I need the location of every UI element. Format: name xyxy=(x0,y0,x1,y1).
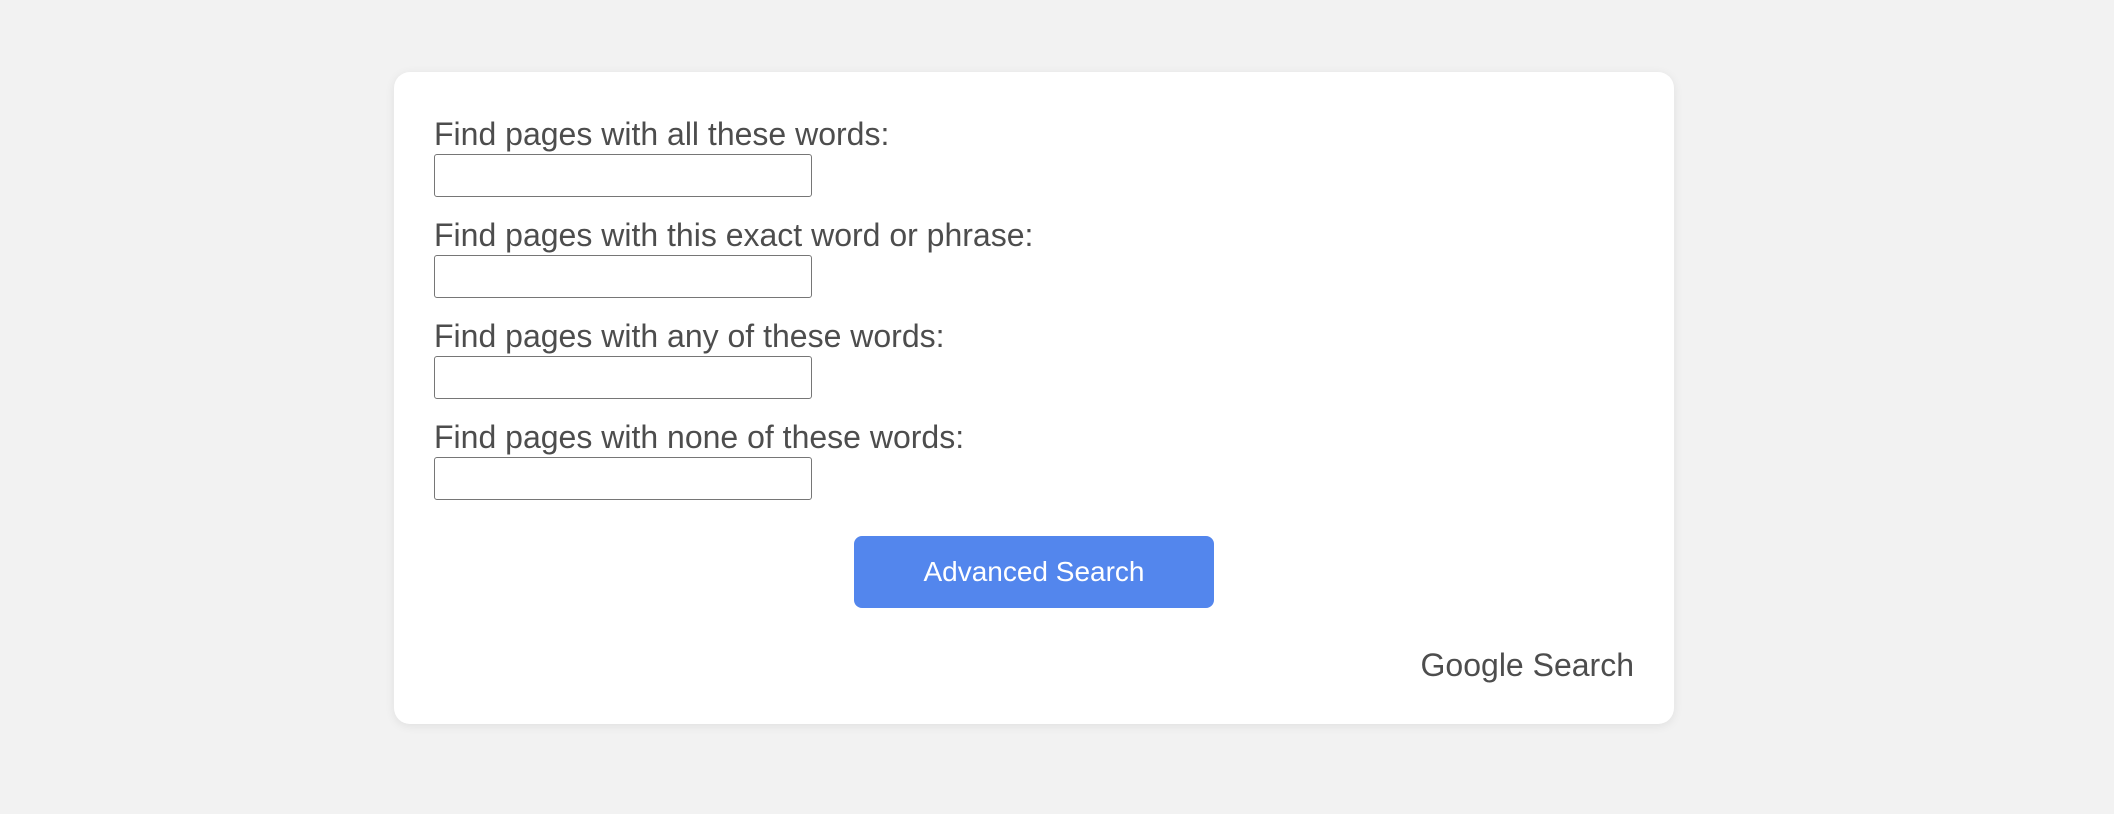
none-words-label: Find pages with none of these words: xyxy=(434,419,965,455)
all-words-input[interactable] xyxy=(434,154,812,197)
google-search-link[interactable]: Google Search xyxy=(1421,647,1634,683)
all-words-label: Find pages with all these words: xyxy=(434,116,890,152)
exact-phrase-input[interactable] xyxy=(434,255,812,298)
none-words-input[interactable] xyxy=(434,457,812,500)
exact-phrase-label: Find pages with this exact word or phras… xyxy=(434,217,1034,253)
any-words-label: Find pages with any of these words: xyxy=(434,318,945,354)
any-words-input[interactable] xyxy=(434,356,812,399)
advanced-search-card: Find pages with all these words: Find pa… xyxy=(394,72,1674,724)
advanced-search-button[interactable]: Advanced Search xyxy=(854,536,1214,608)
